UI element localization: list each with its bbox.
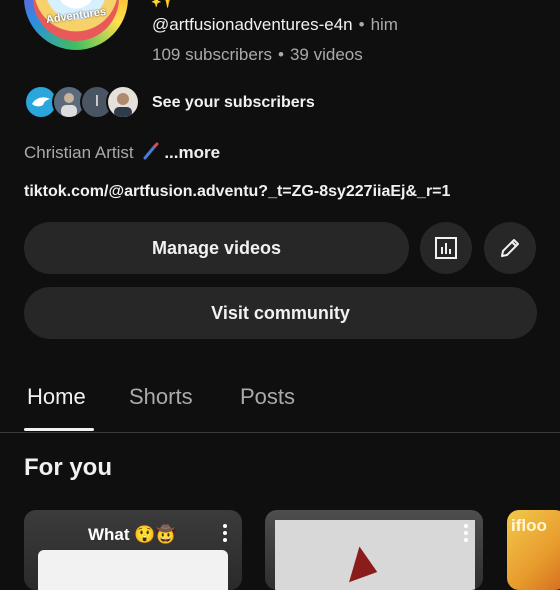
video-card[interactable] [265,510,483,590]
channel-description[interactable]: Christian Artist ...more [24,142,220,165]
video-thumbnail [275,520,475,590]
video-card-title: ifloo [511,516,547,535]
decorative-emoji-icon: ✨ [150,0,177,8]
analytics-button[interactable] [420,222,472,274]
section-title: For you [24,454,112,481]
pronoun-separator: • [358,15,365,34]
video-card[interactable]: ifloo [507,510,560,590]
tab-home[interactable]: Home [27,384,86,410]
channel-external-link[interactable]: tiktok.com/@artfusion.adventu?_t=ZG-8sy2… [24,183,450,201]
channel-pronoun: him [370,15,398,34]
analytics-icon [435,237,457,259]
person-photo-icon [114,93,132,117]
channel-handle-row: @artfusionadventures-e4n • him [152,15,398,35]
visit-community-button[interactable]: Visit community [24,287,537,339]
paintbrush-icon [142,142,160,165]
active-tab-indicator [24,428,94,431]
more-link[interactable]: ...more [164,143,220,162]
tab-posts[interactable]: Posts [240,384,295,410]
manage-videos-button[interactable]: Manage videos [24,222,409,274]
video-card-title: What 😲🤠 [88,525,177,544]
channel-avatar[interactable]: Adventures [24,0,128,50]
subscriber-initial: I [94,93,100,110]
video-card[interactable]: What 😲🤠 [24,510,242,590]
channel-tabs: Home Shorts Posts [0,370,560,433]
tab-shorts[interactable]: Shorts [129,384,193,410]
see-subscribers-link[interactable]: See your subscribers [152,94,315,112]
more-options-icon[interactable] [222,524,228,544]
video-count: 39 videos [289,45,363,64]
stats-separator: • [278,45,284,64]
pencil-icon [501,239,519,257]
more-options-icon[interactable] [463,524,469,544]
video-thumbnail [38,550,228,590]
channel-stats: 109 subscribers • 39 videos [152,45,363,65]
bio-text: Christian Artist [24,143,134,162]
subscriber-avatar[interactable] [106,85,140,119]
edit-channel-button[interactable] [484,222,536,274]
subscriber-count: 109 subscribers [152,45,273,64]
channel-handle: @artfusionadventures-e4n [152,15,353,34]
